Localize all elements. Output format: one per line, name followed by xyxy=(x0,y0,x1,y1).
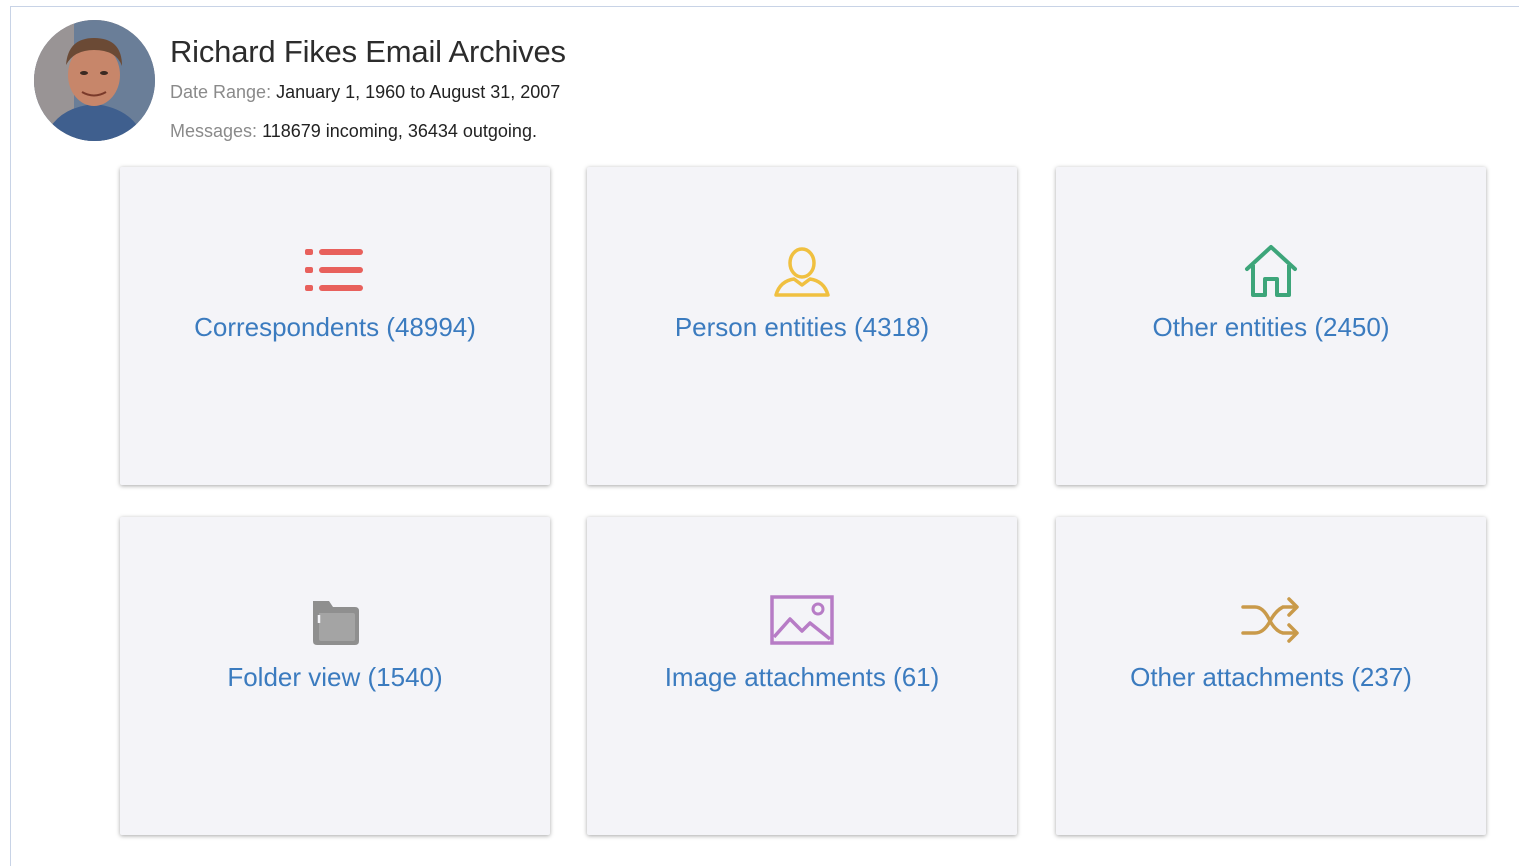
folder-view-tile[interactable]: Folder view (1540) xyxy=(120,517,550,835)
shuffle-icon xyxy=(1239,593,1303,649)
person-entities-tile[interactable]: Person entities (4318) xyxy=(587,167,1017,485)
image-attachments-tile[interactable]: Image attachments (61) xyxy=(587,517,1017,835)
messages-label: Messages: xyxy=(170,121,258,141)
correspondents-link[interactable]: Correspondents (48994) xyxy=(120,312,550,343)
correspondents-tile[interactable]: Correspondents (48994) xyxy=(120,167,550,485)
date-range-label: Date Range: xyxy=(170,82,272,102)
folder-icon xyxy=(303,593,367,649)
date-range: Date Range: January 1, 1960 to August 31… xyxy=(170,82,560,103)
other-entities-link[interactable]: Other entities (2450) xyxy=(1056,312,1486,343)
other-entities-tile[interactable]: Other entities (2450) xyxy=(1056,167,1486,485)
messages-value: 118679 incoming, 36434 outgoing. xyxy=(262,121,537,141)
date-range-value: January 1, 1960 to August 31, 2007 xyxy=(276,82,561,102)
folder-view-link[interactable]: Folder view (1540) xyxy=(120,662,550,693)
avatar-photo xyxy=(34,20,155,141)
image-attachments-link[interactable]: Image attachments (61) xyxy=(587,662,1017,693)
avatar xyxy=(34,20,155,141)
other-attachments-tile[interactable]: Other attachments (237) xyxy=(1056,517,1486,835)
page-title: Richard Fikes Email Archives xyxy=(170,34,566,69)
person-entities-link[interactable]: Person entities (4318) xyxy=(587,312,1017,343)
person-icon xyxy=(770,243,834,299)
list-icon xyxy=(303,243,367,299)
message-counts: Messages: 118679 incoming, 36434 outgoin… xyxy=(170,121,537,142)
home-icon xyxy=(1239,243,1303,299)
other-attachments-link[interactable]: Other attachments (237) xyxy=(1056,662,1486,693)
image-icon xyxy=(770,593,834,649)
